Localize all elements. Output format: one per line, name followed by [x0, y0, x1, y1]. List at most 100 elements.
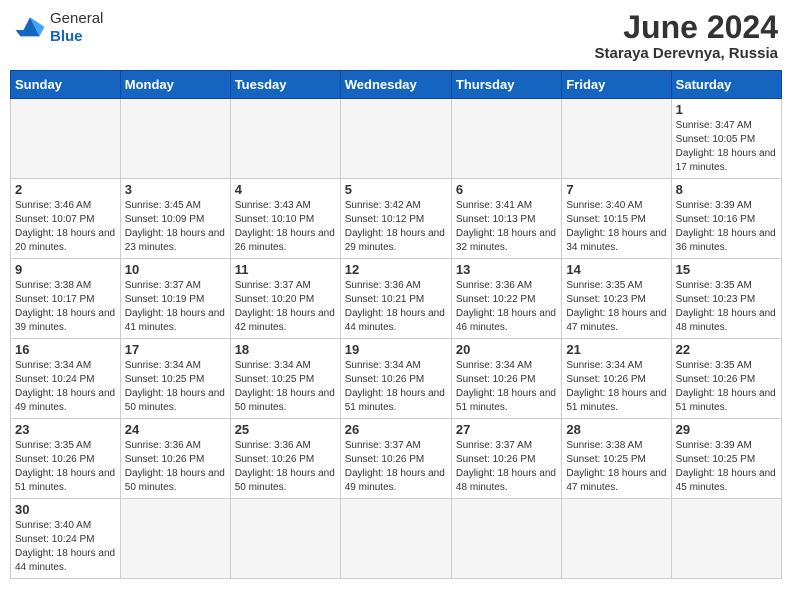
calendar-week-row: 30 Sunrise: 3:40 AM Sunset: 10:24 PM Dayl… [11, 499, 782, 579]
weekday-header-tuesday: Tuesday [230, 71, 340, 99]
calendar-day-cell: 9 Sunrise: 3:38 AM Sunset: 10:17 PM Dayli… [11, 259, 121, 339]
day-info: Sunrise: 3:35 AM Sunset: 10:26 PM Daylig… [676, 359, 777, 415]
calendar-day-cell [671, 499, 781, 579]
day-info: Sunrise: 3:41 AM Sunset: 10:13 PM Daylig… [456, 199, 557, 255]
day-number: 22 [676, 342, 777, 357]
day-info: Sunrise: 3:34 AM Sunset: 10:24 PM Daylig… [15, 359, 116, 415]
day-number: 29 [676, 422, 777, 437]
day-number: 20 [456, 342, 557, 357]
day-number: 17 [125, 342, 226, 357]
weekday-header-monday: Monday [120, 71, 230, 99]
calendar-day-cell [562, 99, 671, 179]
day-number: 25 [235, 422, 336, 437]
calendar-day-cell [120, 99, 230, 179]
calendar-day-cell: 17 Sunrise: 3:34 AM Sunset: 10:25 PM Dayl… [120, 339, 230, 419]
calendar-day-cell: 20 Sunrise: 3:34 AM Sunset: 10:26 PM Dayl… [451, 339, 561, 419]
day-info: Sunrise: 3:34 AM Sunset: 10:26 PM Daylig… [566, 359, 666, 415]
day-number: 27 [456, 422, 557, 437]
day-info: Sunrise: 3:36 AM Sunset: 10:22 PM Daylig… [456, 279, 557, 335]
day-info: Sunrise: 3:34 AM Sunset: 10:26 PM Daylig… [456, 359, 557, 415]
logo-text: General Blue [50, 10, 103, 46]
weekday-header-friday: Friday [562, 71, 671, 99]
calendar-day-cell: 30 Sunrise: 3:40 AM Sunset: 10:24 PM Dayl… [11, 499, 121, 579]
day-number: 13 [456, 262, 557, 277]
day-info: Sunrise: 3:35 AM Sunset: 10:23 PM Daylig… [676, 279, 777, 335]
day-info: Sunrise: 3:35 AM Sunset: 10:23 PM Daylig… [566, 279, 666, 335]
day-number: 30 [15, 502, 116, 517]
calendar-week-row: 9 Sunrise: 3:38 AM Sunset: 10:17 PM Dayli… [11, 259, 782, 339]
calendar-day-cell [340, 99, 451, 179]
day-info: Sunrise: 3:40 AM Sunset: 10:15 PM Daylig… [566, 199, 666, 255]
calendar-day-cell [451, 99, 561, 179]
day-number: 3 [125, 182, 226, 197]
weekday-header-saturday: Saturday [671, 71, 781, 99]
calendar-day-cell [451, 499, 561, 579]
calendar-day-cell: 29Sunrise: 3:39 AM Sunset: 10:25 PM Dayl… [671, 419, 781, 499]
day-number: 23 [15, 422, 116, 437]
calendar-day-cell: 19Sunrise: 3:34 AM Sunset: 10:26 PM Dayl… [340, 339, 451, 419]
title-block: June 2024 Staraya Derevnya, Russia [595, 10, 778, 62]
calendar-day-cell: 11Sunrise: 3:37 AM Sunset: 10:20 PM Dayl… [230, 259, 340, 339]
calendar-week-row: 2Sunrise: 3:46 AM Sunset: 10:07 PM Dayli… [11, 179, 782, 259]
day-number: 26 [345, 422, 447, 437]
weekday-header-row: SundayMondayTuesdayWednesdayThursdayFrid… [11, 71, 782, 99]
calendar-day-cell [120, 499, 230, 579]
day-info: Sunrise: 3:38 AM Sunset: 10:17 PM Daylig… [15, 279, 116, 335]
day-info: Sunrise: 3:36 AM Sunset: 10:26 PM Daylig… [235, 439, 336, 495]
calendar-day-cell: 23Sunrise: 3:35 AM Sunset: 10:26 PM Dayl… [11, 419, 121, 499]
day-info: Sunrise: 3:43 AM Sunset: 10:10 PM Daylig… [235, 199, 336, 255]
calendar-day-cell: 16Sunrise: 3:34 AM Sunset: 10:24 PM Dayl… [11, 339, 121, 419]
calendar-day-cell: 28 Sunrise: 3:38 AM Sunset: 10:25 PM Dayl… [562, 419, 671, 499]
day-number: 15 [676, 262, 777, 277]
page-header: General Blue June 2024 Staraya Derevnya,… [10, 10, 782, 62]
calendar-day-cell: 3Sunrise: 3:45 AM Sunset: 10:09 PM Dayli… [120, 179, 230, 259]
day-number: 7 [566, 182, 666, 197]
calendar-day-cell [11, 99, 121, 179]
weekday-header-sunday: Sunday [11, 71, 121, 99]
calendar-day-cell [562, 499, 671, 579]
day-number: 1 [676, 102, 777, 117]
calendar-day-cell: 8Sunrise: 3:39 AM Sunset: 10:16 PM Dayli… [671, 179, 781, 259]
day-info: Sunrise: 3:47 AM Sunset: 10:05 PM Daylig… [676, 119, 777, 175]
day-info: Sunrise: 3:37 AM Sunset: 10:19 PM Daylig… [125, 279, 226, 335]
day-info: Sunrise: 3:39 AM Sunset: 10:16 PM Daylig… [676, 199, 777, 255]
calendar-week-row: 23Sunrise: 3:35 AM Sunset: 10:26 PM Dayl… [11, 419, 782, 499]
calendar-table: SundayMondayTuesdayWednesdayThursdayFrid… [10, 70, 782, 579]
calendar-week-row: 16Sunrise: 3:34 AM Sunset: 10:24 PM Dayl… [11, 339, 782, 419]
logo: General Blue [14, 10, 103, 46]
calendar-day-cell: 4 Sunrise: 3:43 AM Sunset: 10:10 PM Dayli… [230, 179, 340, 259]
location-subtitle: Staraya Derevnya, Russia [595, 45, 778, 62]
day-number: 14 [566, 262, 666, 277]
calendar-day-cell [230, 99, 340, 179]
day-number: 24 [125, 422, 226, 437]
day-info: Sunrise: 3:40 AM Sunset: 10:24 PM Daylig… [15, 519, 116, 575]
calendar-week-row: 1 Sunrise: 3:47 AM Sunset: 10:05 PM Dayli… [11, 99, 782, 179]
calendar-day-cell: 21Sunrise: 3:34 AM Sunset: 10:26 PM Dayl… [562, 339, 671, 419]
day-info: Sunrise: 3:34 AM Sunset: 10:26 PM Daylig… [345, 359, 447, 415]
day-info: Sunrise: 3:37 AM Sunset: 10:26 PM Daylig… [345, 439, 447, 495]
calendar-day-cell: 1 Sunrise: 3:47 AM Sunset: 10:05 PM Dayli… [671, 99, 781, 179]
day-number: 18 [235, 342, 336, 357]
calendar-day-cell: 26 Sunrise: 3:37 AM Sunset: 10:26 PM Dayl… [340, 419, 451, 499]
weekday-header-wednesday: Wednesday [340, 71, 451, 99]
calendar-day-cell: 22 Sunrise: 3:35 AM Sunset: 10:26 PM Dayl… [671, 339, 781, 419]
calendar-day-cell: 18Sunrise: 3:34 AM Sunset: 10:25 PM Dayl… [230, 339, 340, 419]
day-number: 9 [15, 262, 116, 277]
day-info: Sunrise: 3:38 AM Sunset: 10:25 PM Daylig… [566, 439, 666, 495]
day-number: 5 [345, 182, 447, 197]
calendar-day-cell: 7 Sunrise: 3:40 AM Sunset: 10:15 PM Dayli… [562, 179, 671, 259]
calendar-day-cell: 15 Sunrise: 3:35 AM Sunset: 10:23 PM Dayl… [671, 259, 781, 339]
day-info: Sunrise: 3:34 AM Sunset: 10:25 PM Daylig… [125, 359, 226, 415]
day-info: Sunrise: 3:42 AM Sunset: 10:12 PM Daylig… [345, 199, 447, 255]
calendar-day-cell: 6Sunrise: 3:41 AM Sunset: 10:13 PM Dayli… [451, 179, 561, 259]
day-number: 28 [566, 422, 666, 437]
calendar-day-cell: 2Sunrise: 3:46 AM Sunset: 10:07 PM Dayli… [11, 179, 121, 259]
calendar-day-cell: 25 Sunrise: 3:36 AM Sunset: 10:26 PM Dayl… [230, 419, 340, 499]
day-info: Sunrise: 3:46 AM Sunset: 10:07 PM Daylig… [15, 199, 116, 255]
day-info: Sunrise: 3:37 AM Sunset: 10:26 PM Daylig… [456, 439, 557, 495]
day-info: Sunrise: 3:36 AM Sunset: 10:21 PM Daylig… [345, 279, 447, 335]
day-number: 4 [235, 182, 336, 197]
calendar-day-cell: 14 Sunrise: 3:35 AM Sunset: 10:23 PM Dayl… [562, 259, 671, 339]
calendar-day-cell: 27 Sunrise: 3:37 AM Sunset: 10:26 PM Dayl… [451, 419, 561, 499]
calendar-day-cell [340, 499, 451, 579]
